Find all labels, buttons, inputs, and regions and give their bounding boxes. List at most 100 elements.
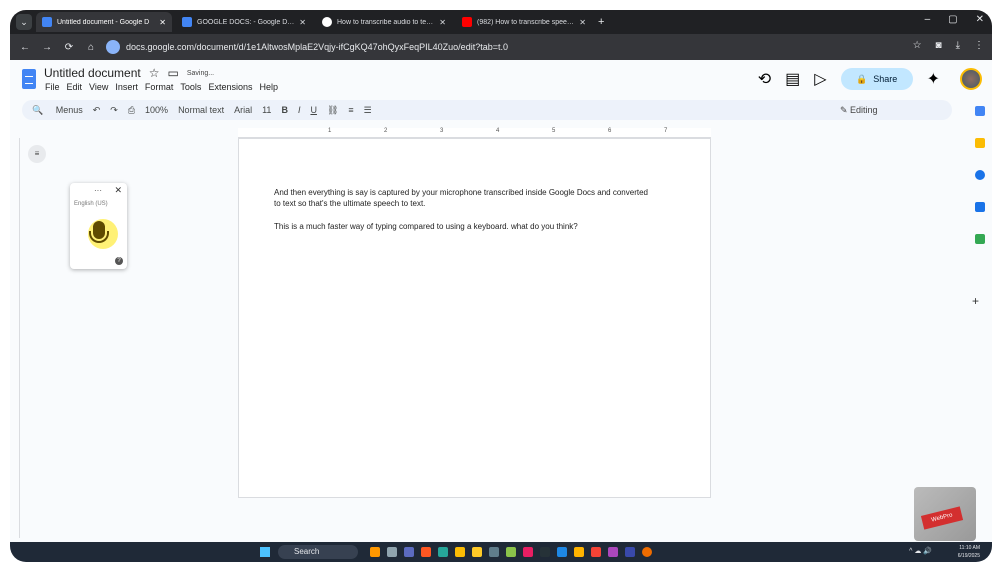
vertical-ruler[interactable] bbox=[10, 138, 20, 538]
edge-icon[interactable] bbox=[438, 547, 448, 557]
watermark-key: WebPro bbox=[920, 506, 964, 530]
maps-icon[interactable] bbox=[975, 234, 985, 244]
underline-icon[interactable]: U bbox=[310, 105, 317, 115]
menu-icon[interactable]: ⋮ bbox=[974, 40, 984, 51]
font-select[interactable]: Arial bbox=[234, 105, 252, 115]
paragraph-2[interactable]: This is a much faster way of typing comp… bbox=[274, 221, 654, 232]
home-icon[interactable]: ⌂ bbox=[84, 42, 98, 53]
app-icon[interactable] bbox=[557, 547, 567, 557]
undo-icon[interactable]: ↶ bbox=[93, 105, 101, 116]
calendar-icon[interactable] bbox=[975, 106, 985, 116]
print-icon[interactable]: ⎙ bbox=[128, 105, 135, 116]
menu-file[interactable]: File bbox=[45, 82, 60, 92]
editing-mode[interactable]: ✎ Editing bbox=[840, 105, 878, 116]
app-icon[interactable] bbox=[642, 547, 652, 557]
terminal-icon[interactable] bbox=[540, 547, 550, 557]
app-icon[interactable] bbox=[506, 547, 516, 557]
help-icon[interactable]: ? bbox=[115, 257, 123, 265]
tab-untitled-doc[interactable]: Untitled document - Google D ✕ bbox=[36, 12, 172, 32]
zoom-select[interactable]: 100% bbox=[145, 105, 168, 115]
menu-help[interactable]: Help bbox=[259, 82, 278, 92]
outline-icon[interactable]: ≡ bbox=[28, 145, 46, 163]
tab-google-search[interactable]: How to transcribe audio to text in ✕ bbox=[316, 12, 452, 32]
docs-logo-icon[interactable] bbox=[22, 69, 36, 89]
tasks-icon[interactable] bbox=[975, 170, 985, 180]
gemini-icon[interactable]: ✦ bbox=[927, 69, 940, 89]
bold-icon[interactable]: B bbox=[281, 105, 288, 115]
download-icon[interactable]: ⤓ bbox=[956, 40, 960, 51]
menu-format[interactable]: Format bbox=[145, 82, 174, 92]
app-icon[interactable] bbox=[387, 547, 397, 557]
style-select[interactable]: Normal text bbox=[178, 105, 224, 115]
star-icon[interactable]: ☆ bbox=[149, 66, 160, 80]
add-addon-icon[interactable]: + bbox=[972, 294, 979, 308]
close-icon[interactable]: ✕ bbox=[439, 18, 446, 27]
doc-title-row: Untitled document ☆ ▭ Saving... bbox=[44, 66, 214, 80]
horizontal-ruler[interactable]: 1 2 3 4 5 6 7 bbox=[238, 128, 711, 138]
app-icon[interactable] bbox=[591, 547, 601, 557]
move-folder-icon[interactable]: ▭ bbox=[168, 66, 179, 80]
folder-icon[interactable] bbox=[472, 547, 482, 557]
history-icon[interactable]: ⟲ bbox=[758, 69, 771, 89]
tab-youtube[interactable]: (982) How to transcribe speech-to ✕ bbox=[456, 12, 592, 32]
meet-icon[interactable]: ▷ bbox=[814, 69, 826, 89]
document-page[interactable]: And then everything is say is captured b… bbox=[238, 138, 711, 498]
align-icon[interactable]: ≡ bbox=[348, 105, 353, 115]
taskbar-search[interactable]: Search bbox=[278, 545, 358, 559]
side-panel bbox=[970, 106, 990, 326]
windows-start-icon[interactable] bbox=[260, 547, 270, 557]
bookmark-star-icon[interactable]: ☆ bbox=[913, 40, 922, 51]
more-icon[interactable]: ··· bbox=[94, 186, 102, 195]
app-icon[interactable] bbox=[574, 547, 584, 557]
language-select[interactable]: English (US) bbox=[74, 201, 108, 207]
close-window-icon[interactable]: ✕ bbox=[976, 14, 984, 25]
chrome-icon[interactable] bbox=[455, 547, 465, 557]
tab-google-docs[interactable]: GOOGLE DOCS: - Google Docs ✕ bbox=[176, 12, 312, 32]
close-icon[interactable]: ✕ bbox=[159, 18, 166, 27]
list-icon[interactable]: ☰ bbox=[364, 105, 372, 116]
menu-insert[interactable]: Insert bbox=[115, 82, 138, 92]
avatar[interactable] bbox=[960, 68, 982, 90]
tab-search-button[interactable]: ⌄ bbox=[16, 14, 32, 30]
app-icon[interactable] bbox=[489, 547, 499, 557]
app-icon[interactable] bbox=[608, 547, 618, 557]
link-icon[interactable]: ⛓ bbox=[327, 105, 338, 116]
forward-icon[interactable]: → bbox=[40, 42, 54, 53]
reload-icon[interactable]: ⟳ bbox=[62, 42, 76, 53]
clock[interactable]: 11:10 AM 6/19/2025 bbox=[958, 544, 980, 560]
minimize-icon[interactable]: – bbox=[925, 14, 931, 25]
app-icon[interactable] bbox=[421, 547, 431, 557]
menu-tools[interactable]: Tools bbox=[180, 82, 201, 92]
close-icon[interactable]: ✕ bbox=[299, 18, 306, 27]
menu-view[interactable]: View bbox=[89, 82, 108, 92]
extension-icon[interactable]: ◙ bbox=[936, 40, 942, 51]
app-icon[interactable] bbox=[625, 547, 635, 557]
app-icon[interactable] bbox=[404, 547, 414, 557]
doc-title[interactable]: Untitled document bbox=[44, 66, 141, 80]
google-icon bbox=[322, 17, 332, 27]
system-tray[interactable]: ^ ☁ 🔊 bbox=[909, 547, 932, 555]
window-controls: – ▢ ✕ bbox=[925, 14, 984, 25]
restore-icon[interactable]: ▢ bbox=[948, 14, 957, 25]
close-icon[interactable]: ✕ bbox=[579, 18, 586, 27]
browser-actions: ☆ ◙ ⤓ ⋮ bbox=[913, 40, 984, 51]
back-icon[interactable]: ← bbox=[18, 42, 32, 53]
app-icon[interactable] bbox=[370, 547, 380, 557]
new-tab-button[interactable]: + bbox=[598, 16, 604, 28]
comments-icon[interactable]: ▤ bbox=[785, 69, 800, 89]
menu-edit[interactable]: Edit bbox=[67, 82, 83, 92]
close-icon[interactable]: ✕ bbox=[114, 185, 122, 196]
contacts-icon[interactable] bbox=[975, 202, 985, 212]
app-icon[interactable] bbox=[523, 547, 533, 557]
keep-icon[interactable] bbox=[975, 138, 985, 148]
share-button[interactable]: 🔒 Share bbox=[840, 68, 913, 90]
font-size[interactable]: 11 bbox=[262, 105, 271, 115]
menu-extensions[interactable]: Extensions bbox=[208, 82, 252, 92]
paragraph-1[interactable]: And then everything is say is captured b… bbox=[274, 187, 654, 209]
url-field[interactable]: docs.google.com/document/d/1e1AltwosMpla… bbox=[106, 38, 806, 56]
taskbar-apps bbox=[370, 547, 652, 557]
menus-search[interactable]: 🔍 Menus bbox=[32, 105, 83, 116]
redo-icon[interactable]: ↷ bbox=[110, 105, 118, 116]
italic-icon[interactable]: I bbox=[298, 105, 301, 115]
site-info-icon[interactable] bbox=[106, 40, 120, 54]
